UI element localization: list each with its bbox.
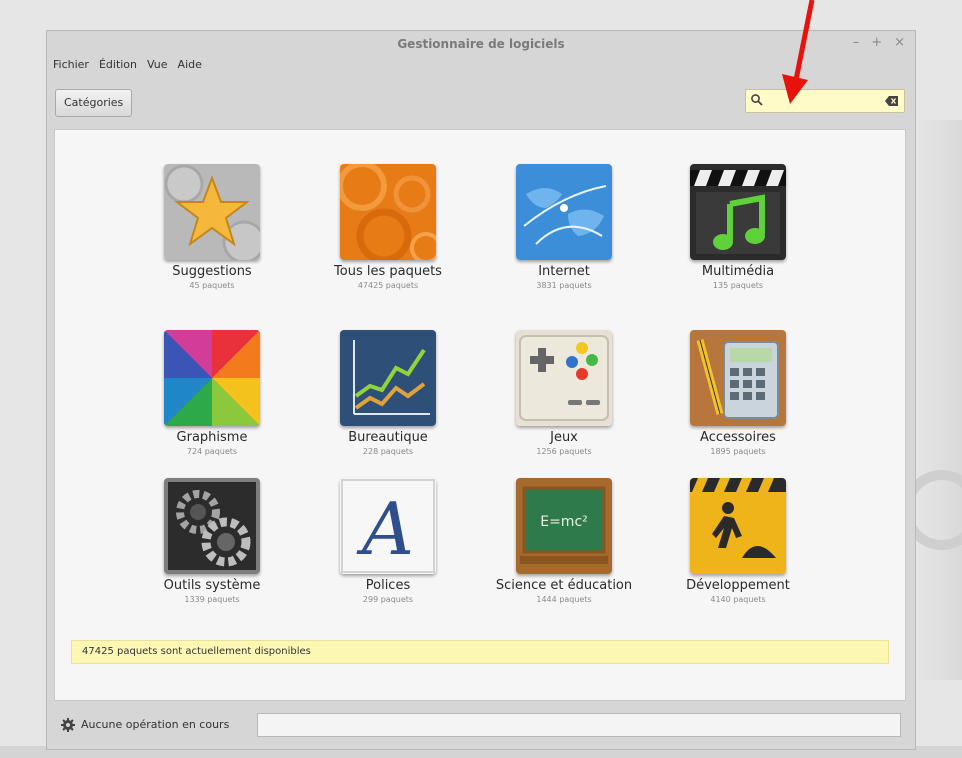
category-count: 47425 paquets	[357, 281, 419, 290]
construction-icon	[690, 478, 786, 574]
category-name: Polices	[365, 578, 411, 593]
category-count: 1444 paquets	[536, 595, 592, 604]
system-gears-icon	[164, 478, 260, 574]
menu-aide[interactable]: Aide	[178, 58, 202, 71]
menubar: Fichier Édition Vue Aide	[53, 58, 202, 71]
category-count: 1339 paquets	[184, 595, 240, 604]
category-polices[interactable]: A Polices 299 paquets	[313, 478, 463, 605]
category-multimedia[interactable]: Multimédia 135 paquets	[663, 164, 813, 291]
software-manager-window: Gestionnaire de logiciels – + × Fichier …	[46, 30, 916, 750]
maximize-button[interactable]: +	[871, 35, 882, 50]
globe-icon	[516, 164, 612, 260]
calculator-icon	[690, 330, 786, 426]
category-count: 135 paquets	[712, 281, 764, 290]
minimize-button[interactable]: –	[853, 35, 860, 50]
category-name: Bureautique	[348, 430, 428, 445]
category-name: Multimédia	[701, 264, 775, 279]
chart-icon	[340, 330, 436, 426]
category-count: 299 paquets	[362, 595, 414, 604]
category-science-education[interactable]: E=mc² Science et éducation 1444 paquets	[489, 478, 639, 605]
category-name: Tous les paquets	[334, 264, 442, 279]
category-count: 1256 paquets	[536, 447, 592, 456]
category-name: Graphisme	[176, 430, 248, 445]
category-developpement[interactable]: Développement 4140 paquets	[663, 478, 813, 605]
clear-search-icon[interactable]	[885, 95, 899, 107]
category-name: Outils système	[163, 578, 261, 593]
category-count: 4140 paquets	[710, 595, 766, 604]
info-bar: 47425 paquets sont actuellement disponib…	[71, 640, 889, 664]
status-text: Aucune opération en cours	[81, 718, 230, 731]
category-count: 724 paquets	[186, 447, 238, 456]
star-icon	[164, 164, 260, 260]
category-jeux[interactable]: Jeux 1256 paquets	[489, 330, 639, 457]
category-accessoires[interactable]: Accessoires 1895 paquets	[663, 330, 813, 457]
categories-button[interactable]: Catégories	[55, 89, 133, 117]
status-progress-field	[257, 713, 901, 737]
menu-vue[interactable]: Vue	[147, 58, 168, 71]
red-arrow-annotation	[782, 0, 815, 104]
svg-text:E=mc²: E=mc²	[540, 514, 588, 530]
gears-icon	[340, 164, 436, 260]
menu-fichier[interactable]: Fichier	[53, 58, 89, 71]
category-name: Suggestions	[172, 264, 252, 279]
category-count: 3831 paquets	[536, 281, 592, 290]
category-count: 1895 paquets	[710, 447, 766, 456]
category-graphisme[interactable]: Graphisme 724 paquets	[137, 330, 287, 457]
category-count: 228 paquets	[362, 447, 414, 456]
category-name: Internet	[538, 264, 590, 279]
chalkboard-icon: E=mc²	[516, 478, 612, 574]
category-internet[interactable]: Internet 3831 paquets	[489, 164, 639, 291]
category-count: 45 paquets	[189, 281, 235, 290]
menu-edition[interactable]: Édition	[99, 58, 137, 71]
category-suggestions[interactable]: Suggestions 45 paquets	[137, 164, 287, 291]
font-icon: A	[340, 478, 436, 574]
category-all-packages[interactable]: Tous les paquets 47425 paquets	[313, 164, 463, 291]
category-outils-systeme[interactable]: Outils système 1339 paquets	[137, 478, 287, 605]
statusbar: Aucune opération en cours	[55, 711, 901, 739]
gear-icon	[61, 718, 75, 732]
clapper-music-icon	[690, 164, 786, 260]
gamepad-icon	[516, 330, 612, 426]
category-name: Développement	[686, 578, 790, 593]
category-name: Science et éducation	[495, 578, 633, 593]
category-name: Accessoires	[700, 430, 776, 445]
category-bureautique[interactable]: Bureautique 228 paquets	[313, 330, 463, 457]
window-controls: – + ×	[853, 35, 905, 50]
color-wheel-icon	[164, 330, 260, 426]
close-button[interactable]: ×	[894, 35, 905, 50]
category-name: Jeux	[550, 430, 578, 445]
category-grid: Suggestions 45 paquets Tous les paquets …	[54, 129, 906, 701]
svg-text:A: A	[356, 487, 414, 571]
